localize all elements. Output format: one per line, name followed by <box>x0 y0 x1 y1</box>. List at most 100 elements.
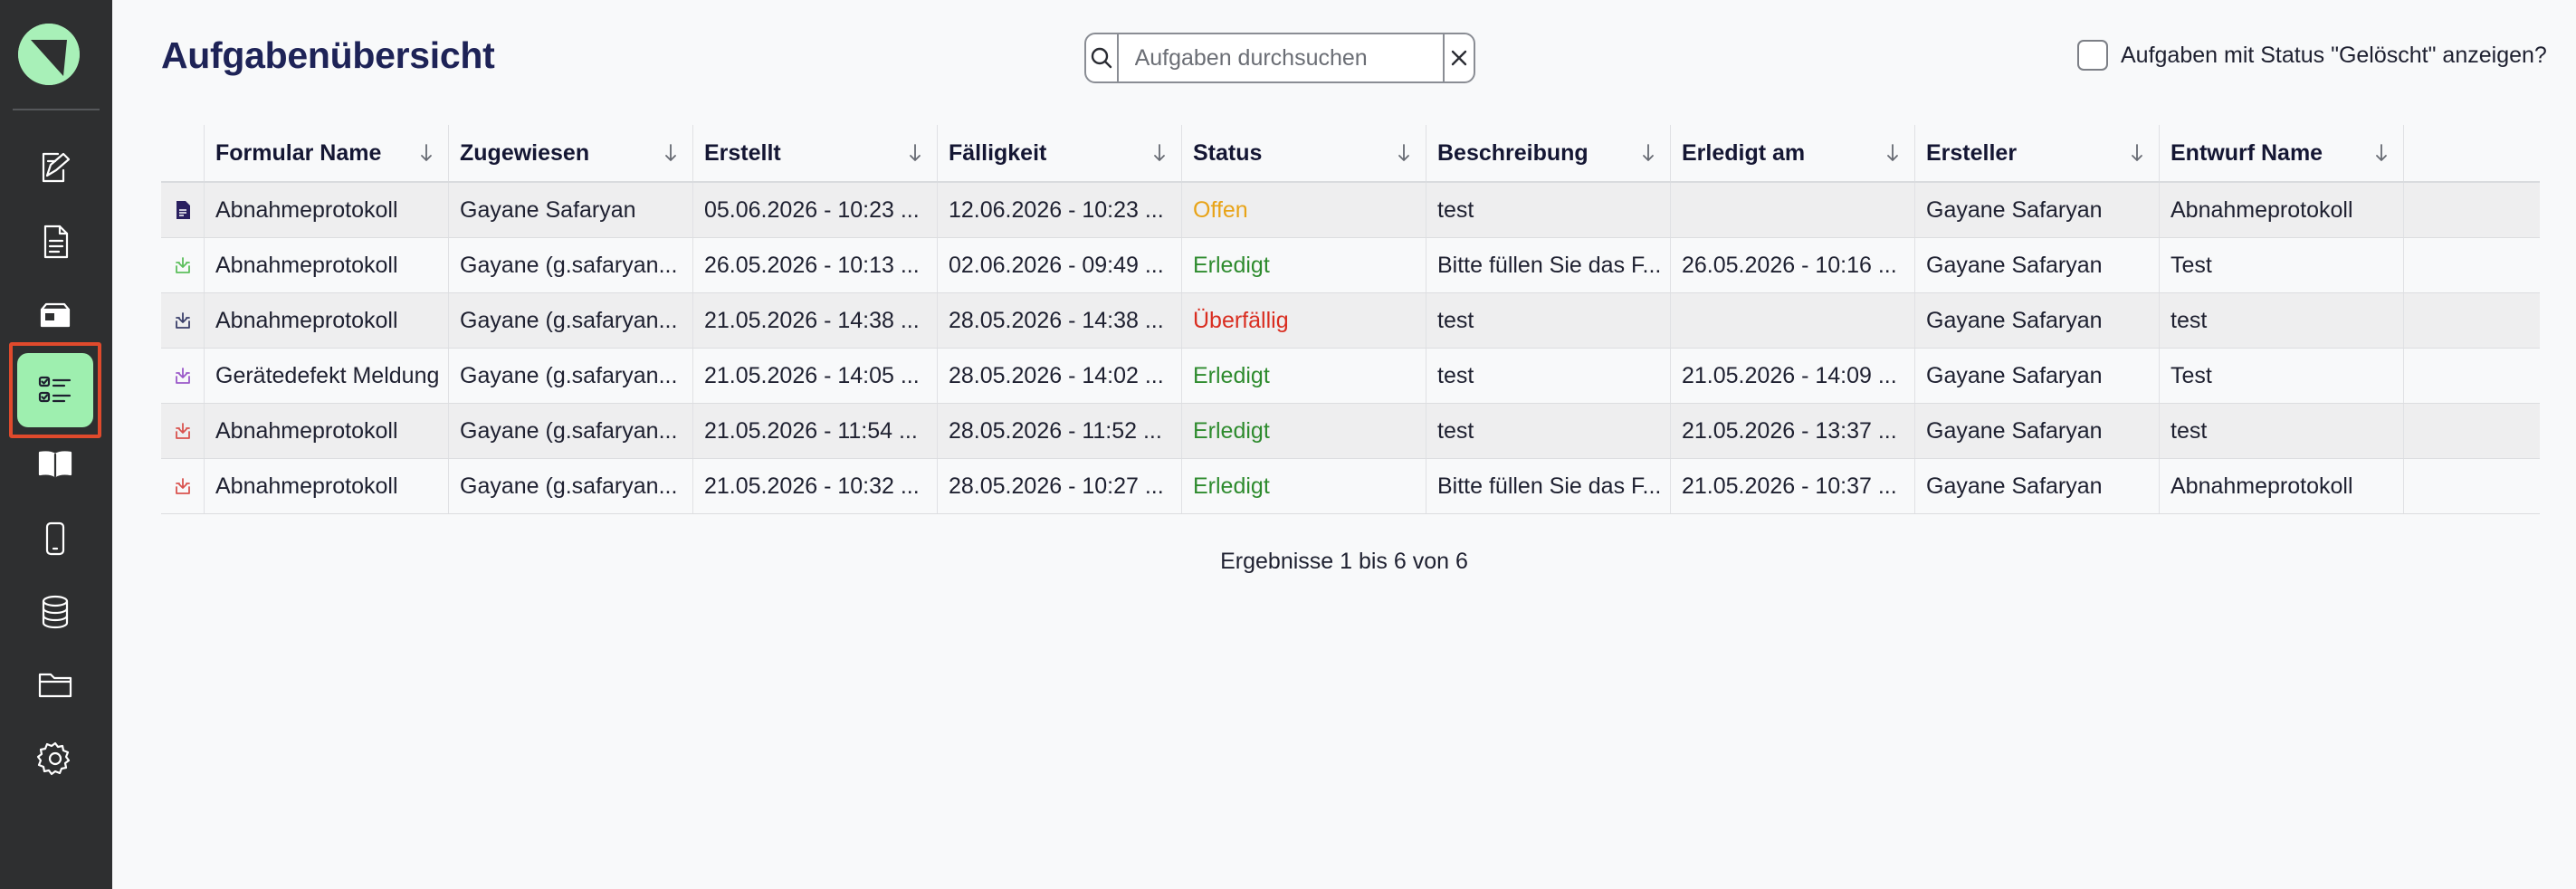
faelligkeit-cell: 28.05.2026 - 11:52 ... <box>938 404 1182 458</box>
inbox-icon <box>40 302 71 328</box>
clear-search-button[interactable] <box>1442 34 1474 81</box>
tray-download-icon <box>175 423 190 439</box>
erledigt-am-cell: 21.05.2026 - 14:09 ... <box>1671 349 1915 403</box>
column-header-faelligkeit[interactable]: Fälligkeit <box>938 125 1182 181</box>
column-header-ersteller[interactable]: Ersteller <box>1915 125 2160 181</box>
show-deleted-toggle[interactable]: Aufgaben mit Status "Gelöscht" anzeigen? <box>2077 40 2547 71</box>
formular-name-cell: Abnahmeprotokoll <box>205 404 449 458</box>
row-spacer <box>2404 349 2476 403</box>
row-spacer <box>2404 404 2476 458</box>
sort-arrow-icon[interactable] <box>663 142 678 164</box>
sort-arrow-icon[interactable] <box>2130 142 2144 164</box>
sort-arrow-icon[interactable] <box>1641 142 1655 164</box>
close-icon <box>1451 50 1466 66</box>
search-button[interactable] <box>1086 34 1119 81</box>
table-header: Formular Name Zugewiesen Erstellt Fälligkei… <box>161 125 2540 183</box>
erstellt-cell: 05.06.2026 - 10:23 ... <box>693 183 938 237</box>
status-cell: Erledigt <box>1182 459 1426 513</box>
zugewiesen-cell: Gayane (g.safaryan... <box>449 293 693 348</box>
ersteller-cell: Gayane Safaryan <box>1915 404 2160 458</box>
sidebar-divider <box>13 109 100 110</box>
ersteller-cell: Gayane Safaryan <box>1915 238 2160 292</box>
header-spacer <box>2404 125 2476 181</box>
faelligkeit-cell: 12.06.2026 - 10:23 ... <box>938 183 1182 237</box>
table-row[interactable]: Abnahmeprotokoll Gayane (g.safaryan... 21.… <box>161 404 2540 459</box>
row-icon-cell <box>161 404 205 458</box>
table-row[interactable]: Abnahmeprotokoll Gayane (g.safaryan... 26.… <box>161 238 2540 293</box>
tray-download-icon <box>175 312 190 329</box>
column-header-beschreibung[interactable]: Beschreibung <box>1426 125 1671 181</box>
book-icon <box>38 451 72 478</box>
column-header-label: Status <box>1193 139 1263 166</box>
faelligkeit-cell: 02.06.2026 - 09:49 ... <box>938 238 1182 292</box>
table-row[interactable]: Abnahmeprotokoll Gayane (g.safaryan... 21.… <box>161 459 2540 514</box>
formular-name-cell: Abnahmeprotokoll <box>205 293 449 348</box>
table-row[interactable]: Abnahmeprotokoll Gayane (g.safaryan... 21.… <box>161 293 2540 349</box>
erstellt-cell: 21.05.2026 - 14:05 ... <box>693 349 938 403</box>
erstellt-cell: 21.05.2026 - 11:54 ... <box>693 404 938 458</box>
ersteller-cell: Gayane Safaryan <box>1915 293 2160 348</box>
sidebar <box>0 0 112 889</box>
app-logo[interactable] <box>18 24 80 85</box>
entwurf-name-cell: Abnahmeprotokoll <box>2160 183 2404 237</box>
column-header-label: Formular Name <box>215 139 382 166</box>
column-header-formular-name[interactable]: Formular Name <box>205 125 449 181</box>
table-body: Abnahmeprotokoll Gayane Safaryan 05.06.202… <box>161 183 2540 514</box>
show-deleted-checkbox[interactable] <box>2077 40 2108 71</box>
column-header-label: Zugewiesen <box>460 139 590 166</box>
entwurf-name-cell: test <box>2160 404 2404 458</box>
zugewiesen-cell: Gayane (g.safaryan... <box>449 238 693 292</box>
formular-name-cell: Gerätedefekt Meldung <box>205 349 449 403</box>
document-filled-icon <box>176 201 190 219</box>
sort-arrow-icon[interactable] <box>1152 142 1167 164</box>
sort-arrow-icon[interactable] <box>1885 142 1900 164</box>
sidebar-item-files[interactable] <box>16 653 94 716</box>
pagination-summary: Ergebnisse 1 bis 6 von 6 <box>1220 549 1468 574</box>
sidebar-item-manual[interactable] <box>16 433 94 496</box>
column-header-label: Erledigt am <box>1682 139 1806 166</box>
row-spacer <box>2404 238 2476 292</box>
erledigt-am-cell <box>1671 183 1915 237</box>
sidebar-item-form-editor[interactable] <box>16 136 94 199</box>
sort-arrow-icon[interactable] <box>1397 142 1411 164</box>
zugewiesen-cell: Gayane Safaryan <box>449 183 693 237</box>
row-icon-cell <box>161 459 205 513</box>
table-row[interactable]: Gerätedefekt Meldung Gayane (g.safaryan..… <box>161 349 2540 404</box>
entwurf-name-cell: test <box>2160 293 2404 348</box>
sort-arrow-icon[interactable] <box>908 142 922 164</box>
zugewiesen-cell: Gayane (g.safaryan... <box>449 404 693 458</box>
sidebar-item-inbox[interactable] <box>16 284 94 348</box>
sort-arrow-icon[interactable] <box>2374 142 2389 164</box>
header-icon-column <box>161 125 205 181</box>
column-header-erledigt-am[interactable]: Erledigt am <box>1671 125 1915 181</box>
column-header-label: Entwurf Name <box>2171 139 2323 166</box>
row-icon-cell <box>161 293 205 348</box>
tray-download-icon <box>175 368 190 384</box>
active-nav-pill <box>17 353 93 427</box>
sidebar-item-database[interactable] <box>16 580 94 644</box>
sidebar-item-settings[interactable] <box>16 727 94 790</box>
tray-download-icon <box>175 257 190 273</box>
status-cell: Erledigt <box>1182 404 1426 458</box>
column-header-zugewiesen[interactable]: Zugewiesen <box>449 125 693 181</box>
faelligkeit-cell: 28.05.2026 - 14:38 ... <box>938 293 1182 348</box>
row-icon-cell <box>161 183 205 237</box>
column-header-entwurf-name[interactable]: Entwurf Name <box>2160 125 2404 181</box>
entwurf-name-cell: Test <box>2160 349 2404 403</box>
table-row[interactable]: Abnahmeprotokoll Gayane Safaryan 05.06.202… <box>161 183 2540 238</box>
task-table: Formular Name Zugewiesen Erstellt Fälligkei… <box>161 125 2540 514</box>
search-input[interactable] <box>1118 34 1443 81</box>
sidebar-item-documents[interactable] <box>16 210 94 273</box>
sort-arrow-icon[interactable] <box>419 142 434 164</box>
erstellt-cell: 21.05.2026 - 10:32 ... <box>693 459 938 513</box>
task-list-icon <box>38 376 72 403</box>
ersteller-cell: Gayane Safaryan <box>1915 459 2160 513</box>
erledigt-am-cell: 21.05.2026 - 13:37 ... <box>1671 404 1915 458</box>
database-icon <box>42 595 69 629</box>
column-header-erstellt[interactable]: Erstellt <box>693 125 938 181</box>
sidebar-item-tasks[interactable] <box>9 342 101 438</box>
column-header-label: Fälligkeit <box>949 139 1047 166</box>
zugewiesen-cell: Gayane (g.safaryan... <box>449 349 693 403</box>
column-header-status[interactable]: Status <box>1182 125 1426 181</box>
row-icon-cell <box>161 349 205 403</box>
